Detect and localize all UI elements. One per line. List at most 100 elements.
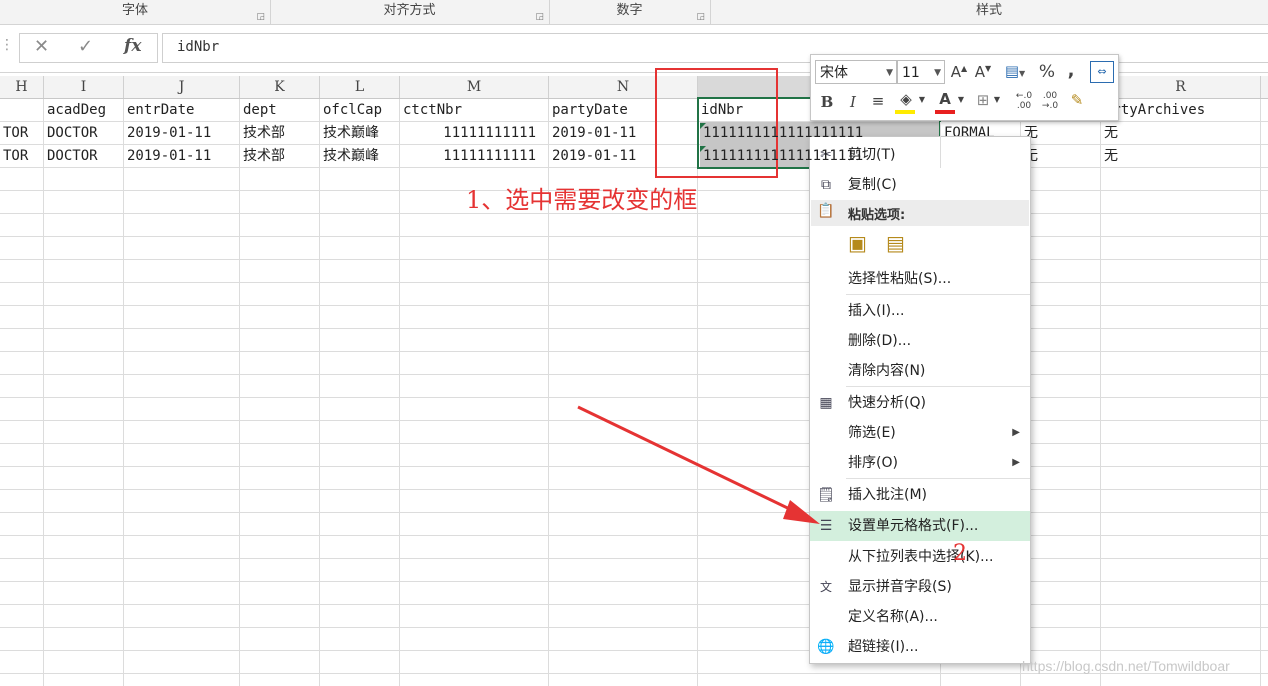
menu-item-define-name[interactable]: 定义名称(A)... xyxy=(810,602,1030,632)
paste-options-header: 粘贴选项: 📋 xyxy=(811,200,1029,226)
cell[interactable]: 技术部 xyxy=(240,145,320,168)
cell[interactable]: DOCTOR xyxy=(44,145,124,168)
borders-icon[interactable]: ⊞ xyxy=(973,91,993,109)
menu-item-filter[interactable]: 筛选(E) ▶ xyxy=(810,418,1030,448)
menu-item-copy[interactable]: ⧉ 复制(C) xyxy=(810,170,1030,200)
font-color-icon[interactable]: A xyxy=(935,90,955,114)
menu-item-label: 定义名称(A)... xyxy=(848,609,938,625)
menu-item-sort[interactable]: 排序(O) ▶ xyxy=(810,448,1030,478)
cell[interactable]: artyArchives xyxy=(1101,99,1261,122)
column-header-r[interactable]: R xyxy=(1101,76,1261,98)
cell[interactable]: 无 xyxy=(1101,145,1261,168)
annotation-step2: 2 xyxy=(953,541,967,566)
column-header-m[interactable]: M xyxy=(400,76,549,98)
column-header-h[interactable]: H xyxy=(0,76,44,98)
mini-toolbar: 宋体 ▼ 11 ▼ A▲ A▼ ▤▼ % , ⇔ B I ≡ ◈ ▼ A ▼ ⊞… xyxy=(810,54,1119,121)
paste-option-buttons: ▣ ▤ xyxy=(848,231,928,259)
percent-style-button[interactable]: % xyxy=(1038,62,1056,82)
insert-function-icon[interactable]: fx xyxy=(124,36,141,56)
column-header-i[interactable]: I xyxy=(44,76,124,98)
menu-item-show-phonetic[interactable]: 文 显示拼音字段(S) xyxy=(810,572,1030,602)
cell[interactable]: 技术巅峰 xyxy=(320,145,400,168)
font-name-value: 宋体 xyxy=(820,65,848,81)
menu-item-insert[interactable]: 插入(I)... xyxy=(810,296,1030,326)
ribbon-group-font: 字体 ◲ xyxy=(0,0,271,24)
enter-icon[interactable]: ✓ xyxy=(78,36,93,57)
table-row: TOR DOCTOR 2019-01-11 技术部 技术巅峰 111111111… xyxy=(0,145,1268,168)
italic-button[interactable]: I xyxy=(845,93,861,111)
cell[interactable]: 无 xyxy=(1101,122,1261,145)
accounting-format-icon[interactable]: ▤▼ xyxy=(1000,62,1030,80)
menu-item-format-cells[interactable]: ☰ 设置单元格格式(F)... xyxy=(810,511,1030,541)
name-box-grip-icon[interactable]: ⋮ xyxy=(0,37,14,53)
cell[interactable]: 技术部 xyxy=(240,122,320,145)
cell[interactable]: 11111111111 xyxy=(400,145,549,168)
comment-icon: 🗒 xyxy=(817,487,835,503)
cell[interactable]: ofclCap xyxy=(320,99,400,122)
menu-item-pick-from-list[interactable]: 从下拉列表中选择(K)... xyxy=(810,542,1030,572)
menu-item-quick-analysis[interactable]: ▦ 快速分析(Q) xyxy=(810,388,1030,418)
quick-analysis-icon: ▦ xyxy=(819,395,833,411)
increase-font-icon[interactable]: A▲ xyxy=(950,63,968,81)
cell[interactable]: DOCTOR xyxy=(44,122,124,145)
cancel-icon[interactable]: ✕ xyxy=(34,36,49,57)
ribbon-group-number-label: 数字 xyxy=(616,3,643,18)
ribbon-group-labels: 字体 ◲ 对齐方式 ◲ 数字 ◲ 样式 xyxy=(0,0,1268,25)
cell[interactable]: 无 xyxy=(1021,145,1101,168)
menu-item-hyperlink[interactable]: 🌐 超链接(I)... xyxy=(810,632,1030,662)
chevron-down-icon[interactable]: ▼ xyxy=(957,95,965,104)
menu-item-label: 复制(C) xyxy=(848,177,897,193)
ribbon-group-font-label: 字体 xyxy=(121,3,148,18)
merge-center-icon[interactable]: ⇔ xyxy=(1090,61,1114,83)
font-size-combo[interactable]: 11 ▼ xyxy=(897,60,945,84)
increase-decimal-icon[interactable]: ←.0.00 xyxy=(1012,91,1036,111)
bold-button[interactable]: B xyxy=(819,93,835,111)
cell-selected[interactable]: 1111111111111111111 xyxy=(700,145,941,168)
fill-color-icon[interactable]: ◈ xyxy=(895,90,917,114)
cell[interactable]: 2019-01-11 xyxy=(124,145,240,168)
menu-item-clear-contents[interactable]: 清除内容(N) xyxy=(810,356,1030,386)
menu-item-label: 插入批注(M) xyxy=(848,487,928,503)
column-header-l[interactable]: L xyxy=(320,76,400,98)
column-header-s[interactable] xyxy=(1261,76,1268,98)
cell[interactable]: 技术巅峰 xyxy=(320,122,400,145)
menu-item-label: 快速分析(Q) xyxy=(848,395,926,411)
align-center-icon[interactable]: ≡ xyxy=(869,92,887,110)
font-name-combo[interactable]: 宋体 ▼ xyxy=(815,60,897,84)
cell[interactable]: 11111111111 xyxy=(400,122,549,145)
pinyin-icon: 文 xyxy=(819,580,832,594)
column-header-k[interactable]: K xyxy=(240,76,320,98)
paste-options-label: 粘贴选项: xyxy=(848,208,906,223)
cell[interactable]: ctctNbr xyxy=(400,99,549,122)
cell[interactable]: TOR xyxy=(0,145,44,168)
cell[interactable]: acadDeg xyxy=(44,99,124,122)
chevron-right-icon: ▶ xyxy=(1012,457,1020,468)
paste-keep-format-icon[interactable]: ▣ xyxy=(848,231,867,255)
menu-item-label: 从下拉列表中选择(K)... xyxy=(848,549,994,565)
menu-item-delete[interactable]: 删除(D)... xyxy=(810,326,1030,356)
menu-item-paste-special[interactable]: 选择性粘贴(S)... xyxy=(810,264,1030,294)
cell[interactable]: 无 xyxy=(1021,122,1101,145)
cell[interactable]: entrDate xyxy=(124,99,240,122)
ribbon-group-styles-label: 样式 xyxy=(975,3,1002,18)
menu-item-label: 排序(O) xyxy=(848,455,898,471)
cell[interactable]: TOR xyxy=(0,122,44,145)
decrease-font-icon[interactable]: A▼ xyxy=(974,63,992,81)
comma-style-button[interactable]: , xyxy=(1065,60,1077,81)
cell[interactable]: 2019-01-11 xyxy=(124,122,240,145)
paste-values-icon[interactable]: ▤ xyxy=(886,231,905,255)
format-painter-icon[interactable]: ✎ xyxy=(1067,91,1087,109)
menu-item-insert-comment[interactable]: 🗒 插入批注(M) xyxy=(810,480,1030,510)
chevron-down-icon[interactable]: ▼ xyxy=(993,95,1001,104)
column-header-j[interactable]: J xyxy=(124,76,240,98)
paste-icon: 📋 xyxy=(817,203,835,219)
format-cells-icon: ☰ xyxy=(819,518,833,534)
watermark: https://blog.csdn.net/Tomwildboar xyxy=(1022,658,1230,674)
menu-item-label: 插入(I)... xyxy=(848,303,905,319)
copy-icon: ⧉ xyxy=(821,177,831,193)
chevron-down-icon[interactable]: ▼ xyxy=(918,95,926,104)
decrease-decimal-icon[interactable]: .00 →.0 xyxy=(1038,91,1062,111)
cell[interactable]: dept xyxy=(240,99,320,122)
cell-selected[interactable]: 1111111111111111111 xyxy=(700,122,941,145)
chevron-down-icon: ▼ xyxy=(886,68,893,78)
